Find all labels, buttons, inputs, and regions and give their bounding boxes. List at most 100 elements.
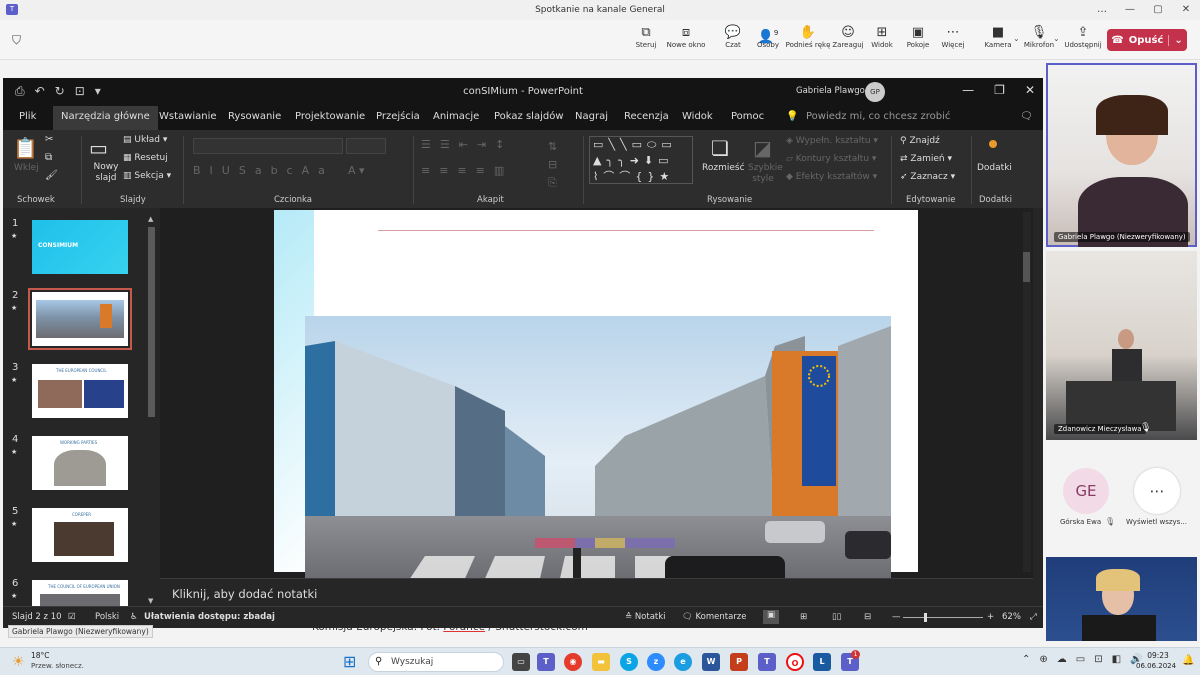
commission-building-photo[interactable] bbox=[305, 316, 891, 608]
more-button[interactable]: ⋯ Więcej bbox=[933, 25, 973, 49]
teams-work-icon[interactable]: T bbox=[758, 653, 776, 671]
zoom-slider-thumb[interactable] bbox=[924, 613, 927, 622]
normal-view-icon[interactable]: ▣ bbox=[763, 610, 779, 624]
camera-button[interactable]: ■ Kamera bbox=[978, 25, 1018, 49]
tell-me-search[interactable]: Powiedz mi, co chcesz zrobić bbox=[806, 111, 950, 122]
tab-recenzja[interactable]: Recenzja bbox=[624, 111, 669, 122]
font-name-box[interactable] bbox=[193, 138, 343, 154]
tab-rysowanie[interactable]: Rysowanie bbox=[228, 111, 281, 122]
font-color-icon[interactable]: A ▾ bbox=[348, 164, 365, 177]
raise-hand-button[interactable]: ✋ Podnieś rękę bbox=[785, 25, 831, 49]
arrange-icon[interactable]: ❏ bbox=[711, 136, 729, 160]
leave-chevron-icon[interactable]: ⌄ bbox=[1168, 34, 1183, 46]
align-buttons[interactable]: ≡≡≡≡▥ bbox=[421, 164, 513, 177]
teams-icon[interactable]: T bbox=[537, 653, 555, 671]
find-button[interactable]: ⚲ Znajdź bbox=[900, 136, 940, 146]
minimize-icon[interactable]: — bbox=[962, 83, 974, 97]
system-tray-icons[interactable]: ⌃⊕☁▭⊡◧🔊 bbox=[1022, 654, 1151, 665]
addins-icon[interactable] bbox=[989, 140, 997, 148]
accessibility-status[interactable]: Ułatwienia dostępu: zbadaj bbox=[144, 612, 275, 622]
participant-video-gabriela[interactable] bbox=[1046, 63, 1197, 247]
windows-start-icon[interactable]: ⊞ bbox=[343, 652, 356, 671]
language-status[interactable]: Polski bbox=[95, 612, 119, 622]
tab-plik[interactable]: Plik bbox=[19, 111, 36, 122]
tab-nagraj[interactable]: Nagraj bbox=[575, 111, 608, 122]
view-button[interactable]: ⊞ Widok bbox=[862, 25, 902, 49]
clock-date[interactable]: 06.06.2024 bbox=[1136, 662, 1176, 670]
close-icon[interactable]: ✕ bbox=[1025, 83, 1035, 97]
slideshow-icon[interactable]: ⊟ bbox=[864, 612, 871, 622]
close-window-button[interactable]: ✕ bbox=[1172, 0, 1200, 20]
avatar[interactable]: GP bbox=[865, 82, 885, 102]
notes-pane[interactable]: Kliknij, aby dodać notatki bbox=[160, 578, 1033, 606]
view-all-participants[interactable]: Wyświetl wszys... bbox=[1126, 518, 1187, 526]
zoom-icon[interactable]: z bbox=[647, 653, 665, 671]
replace-button[interactable]: ⇄ Zamień ▾ bbox=[900, 154, 952, 164]
copy-icon[interactable]: ⧉ bbox=[45, 152, 52, 163]
slide-thumbnail-3[interactable]: THE EUROPEAN COUNCIL bbox=[32, 364, 128, 418]
opera-icon[interactable]: O bbox=[786, 653, 804, 671]
format-painter-icon[interactable]: 🖌 bbox=[45, 170, 58, 181]
restore-icon[interactable]: ❐ bbox=[994, 83, 1005, 97]
shape-fill-button[interactable]: ◈ Wypełn. kształtu ▾ bbox=[786, 136, 878, 146]
maximize-button[interactable]: ▢ bbox=[1144, 0, 1172, 20]
slide-thumbnail-4[interactable]: WORKING PARTIES bbox=[32, 436, 128, 490]
slide-thumbnail-5[interactable]: COREPER bbox=[32, 508, 128, 562]
addins-button[interactable]: Dodatki bbox=[977, 163, 1012, 173]
control-button[interactable]: ⧉ Steruj bbox=[626, 25, 666, 49]
participant-video-third[interactable] bbox=[1046, 557, 1197, 641]
notes-toggle[interactable]: ≙ Notatki bbox=[625, 612, 666, 622]
minimize-button[interactable]: — bbox=[1116, 0, 1144, 20]
reset-button[interactable]: ▦ Resetuj bbox=[123, 153, 168, 163]
tab-narzedzia-glowne[interactable]: Narzędzia główne bbox=[53, 106, 158, 130]
rooms-button[interactable]: ▣ Pokoje bbox=[898, 25, 938, 49]
quick-styles-button[interactable]: Szybkie style bbox=[748, 163, 783, 185]
notifications-icon[interactable]: 🔔 bbox=[1182, 655, 1194, 666]
people-button[interactable]: 👤9 Osoby bbox=[748, 25, 788, 49]
edge-icon[interactable]: e bbox=[674, 653, 692, 671]
chat-button[interactable]: 💬 Czat bbox=[713, 25, 753, 49]
avatar[interactable]: GE bbox=[1063, 468, 1109, 514]
tab-przejscia[interactable]: Przejścia bbox=[376, 111, 420, 122]
slide-thumbnail-1[interactable]: CONSIMIUM bbox=[32, 220, 128, 274]
more-options-button[interactable]: … bbox=[1088, 0, 1116, 20]
leave-button[interactable]: ☎ Opuść ⌄ bbox=[1107, 29, 1187, 51]
learning-app-icon[interactable]: L bbox=[813, 653, 831, 671]
shape-outline-button[interactable]: ▱ Kontury kształtu ▾ bbox=[786, 154, 876, 164]
shape-effects-button[interactable]: ◆ Efekty kształtów ▾ bbox=[786, 172, 877, 182]
tab-wstawianie[interactable]: Wstawianie bbox=[159, 111, 217, 122]
slide-thumbnail-2[interactable] bbox=[28, 288, 132, 350]
fit-slide-icon[interactable]: ⤢ bbox=[1030, 612, 1037, 622]
paste-button[interactable]: Wklej bbox=[14, 163, 39, 173]
paragraph-buttons[interactable]: ☰☰⇤⇥↕ bbox=[421, 138, 513, 151]
task-view-icon[interactable]: ▭ bbox=[512, 653, 530, 671]
clock-time[interactable]: 09:23 bbox=[1138, 651, 1178, 660]
tab-projektowanie[interactable]: Projektowanie bbox=[295, 111, 365, 122]
cut-icon[interactable]: ✂ bbox=[45, 134, 53, 145]
zoom-out-icon[interactable]: — bbox=[892, 612, 901, 622]
comments-icon[interactable]: 🗨 bbox=[1020, 111, 1033, 122]
reading-view-icon[interactable]: ▯▯ bbox=[832, 612, 841, 622]
font-size-box[interactable] bbox=[346, 138, 386, 154]
tab-pokaz-slajdow[interactable]: Pokaz slajdów bbox=[494, 111, 564, 122]
ppt-user-name[interactable]: Gabriela Plawgo bbox=[796, 86, 865, 96]
new-slide-button[interactable]: Nowy slajd bbox=[89, 162, 123, 184]
shapes-gallery[interactable]: ▭╲╲▭⬭▭ ▲╮╮➜⬇▭ ⌇⌒⌒{}★ bbox=[589, 136, 693, 184]
spell-check-icon[interactable]: ☑ bbox=[68, 612, 76, 622]
comments-toggle[interactable]: 🗨 Komentarze bbox=[682, 612, 746, 622]
zoom-slider[interactable] bbox=[903, 617, 983, 618]
tab-animacje[interactable]: Animacje bbox=[433, 111, 479, 122]
taskbar-search[interactable]: ⚲ Wyszukaj bbox=[368, 652, 504, 672]
tab-pomoc[interactable]: Pomoc bbox=[731, 111, 764, 122]
paste-icon[interactable]: 📋 bbox=[13, 136, 38, 160]
new-slide-icon[interactable]: ▭ bbox=[89, 136, 108, 160]
slide-thumbnail-6[interactable]: THE COUNCIL OF EUROPEAN UNION bbox=[32, 580, 128, 606]
select-button[interactable]: ➶ Zaznacz ▾ bbox=[900, 172, 955, 182]
file-explorer-icon[interactable]: ▬ bbox=[592, 653, 610, 671]
zoom-in-icon[interactable]: + bbox=[987, 612, 994, 622]
new-window-button[interactable]: ⧈ Nowe okno bbox=[664, 25, 708, 49]
text-direction-icons[interactable]: ⇅ ⊟ ⎘ bbox=[548, 138, 557, 192]
tab-widok[interactable]: Widok bbox=[682, 111, 713, 122]
weather-icon[interactable]: ☀ bbox=[12, 654, 25, 670]
word-icon[interactable]: W bbox=[702, 653, 720, 671]
